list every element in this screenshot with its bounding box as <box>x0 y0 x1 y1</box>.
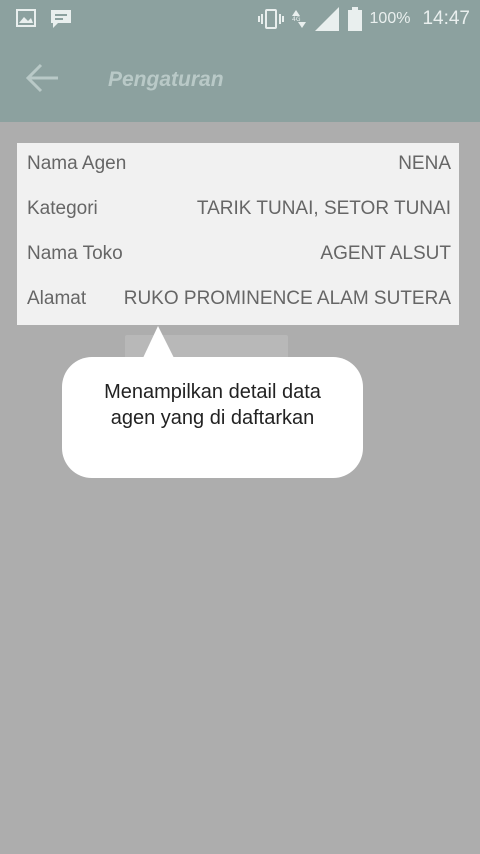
detail-value: RUKO PROMINENCE ALAM SUTERA <box>123 288 451 309</box>
detail-label: Nama Toko <box>27 243 123 264</box>
system-status: 4G 100% 14:47 <box>257 6 470 32</box>
page-title: Pengaturan <box>108 68 224 91</box>
notification-icons <box>16 9 72 29</box>
detail-label: Kategori <box>27 198 98 219</box>
svg-text:4G: 4G <box>292 16 301 23</box>
detail-row-agent-name: Nama Agen NENA <box>27 149 451 179</box>
image-notification-icon <box>16 9 36 29</box>
vibrate-icon <box>257 8 284 30</box>
battery-percentage: 100% <box>369 10 411 27</box>
detail-row-category: Kategori TARIK TUNAI, SETOR TUNAI <box>27 194 451 224</box>
detail-label: Alamat <box>27 288 87 309</box>
detail-row-address: Alamat RUKO PROMINENCE ALAM SUTERA <box>27 284 451 314</box>
data-arrows-icon: 4G <box>291 8 306 30</box>
app-bar: Pengaturan <box>0 38 480 122</box>
status-bar: 4G 100% 14:47 <box>0 0 480 38</box>
callout-line-1: Menampilkan detail data <box>104 381 321 403</box>
detail-label: Nama Agen <box>27 153 127 174</box>
message-notification-icon <box>50 9 72 29</box>
clock: 14:47 <box>422 8 470 29</box>
detail-row-store-name: Nama Toko AGENT ALSUT <box>27 239 451 269</box>
callout-text: Menampilkan detail data agen yang di daf… <box>62 379 363 431</box>
detail-value: NENA <box>398 153 451 174</box>
agent-detail-card: Nama Agen NENA Kategori TARIK TUNAI, SET… <box>17 143 459 325</box>
tutorial-callout[interactable]: Menampilkan detail data agen yang di daf… <box>62 357 363 478</box>
arrow-left-icon <box>25 63 59 98</box>
back-button[interactable] <box>22 62 62 98</box>
battery-icon <box>347 7 362 31</box>
callout-line-2: agen yang di daftarkan <box>110 407 315 429</box>
detail-value: TARIK TUNAI, SETOR TUNAI <box>196 198 451 219</box>
signal-icon <box>314 6 340 32</box>
detail-value: AGENT ALSUT <box>320 243 451 264</box>
